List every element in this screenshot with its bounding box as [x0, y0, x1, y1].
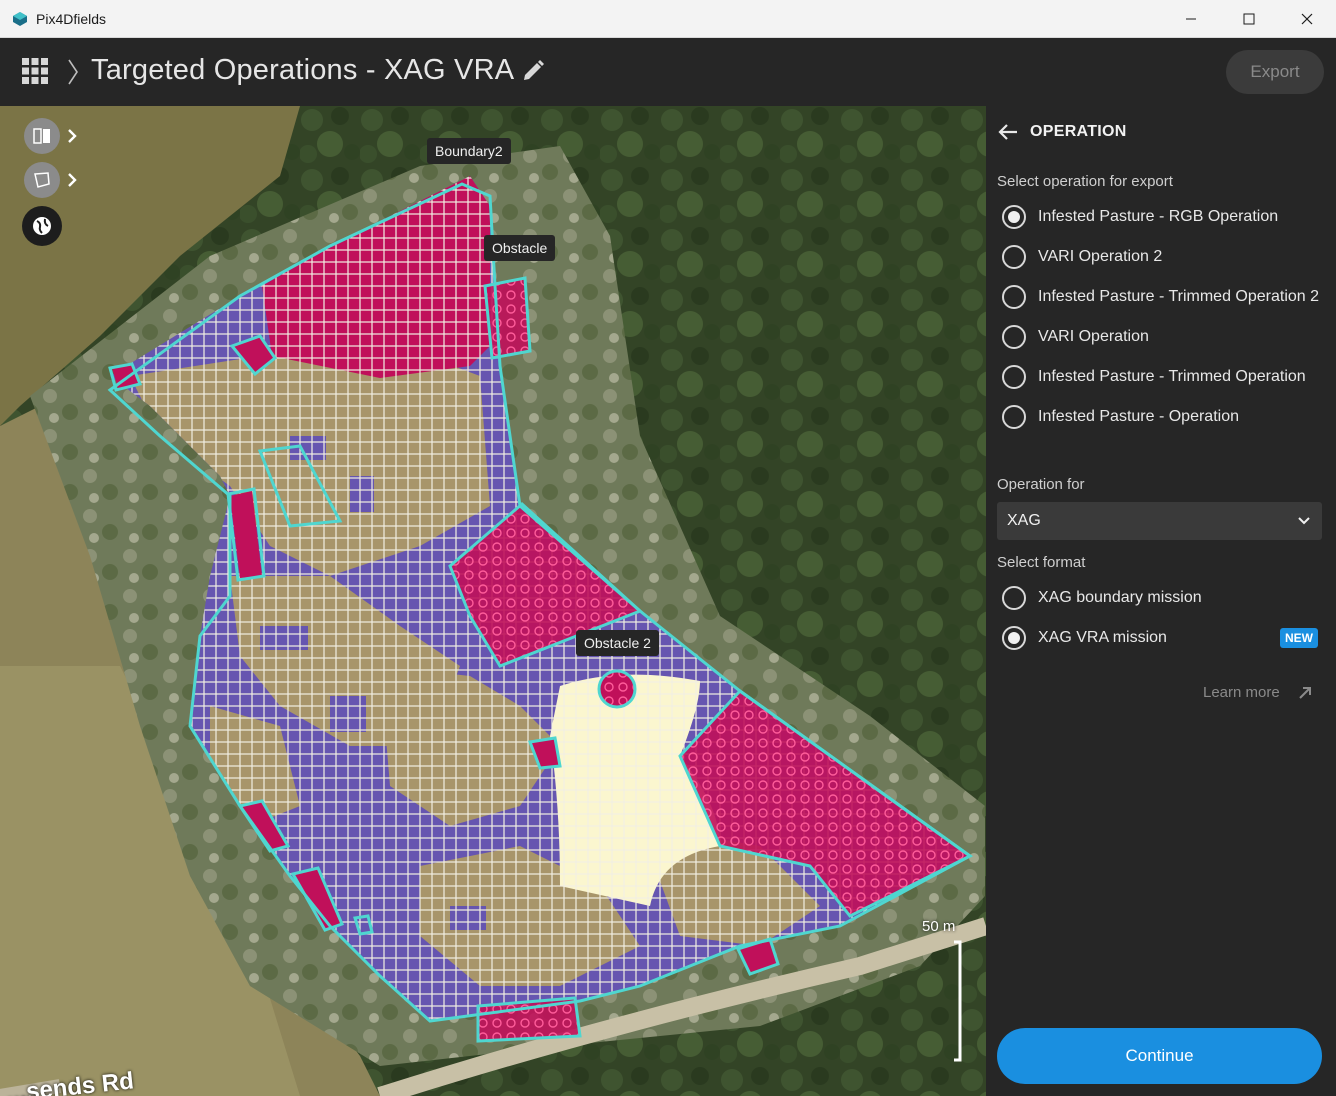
- operation-option-label: Infested Pasture - Trimmed Operation 2: [1038, 288, 1320, 305]
- select-format-label: Select format: [997, 554, 1086, 571]
- obstacle-2-label: Obstacle 2: [576, 630, 659, 656]
- window-controls: [1162, 0, 1336, 38]
- operation-option-label: VARI Operation 2: [1038, 248, 1163, 265]
- scale-bar: 50 m: [922, 918, 962, 1062]
- learn-more-label: Learn more: [1203, 684, 1280, 701]
- expand-arrow-icon[interactable]: [66, 172, 78, 188]
- minimize-button[interactable]: [1162, 0, 1220, 38]
- app-header: Targeted Operations - XAG VRA Export: [0, 38, 1336, 106]
- page-title: Targeted Operations - XAG VRA: [91, 54, 515, 86]
- operation-option-label: Infested Pasture - Trimmed Operation: [1038, 368, 1306, 385]
- apps-grid-icon[interactable]: [22, 58, 48, 84]
- radio-unselected[interactable]: [1002, 365, 1026, 389]
- operation-panel: OPERATION Select operation for export In…: [986, 106, 1336, 1096]
- radio-selected[interactable]: [1002, 626, 1026, 650]
- operation-for-value: XAG: [1007, 512, 1041, 529]
- minimize-icon: [1186, 18, 1196, 20]
- obstacle-label: Obstacle: [484, 235, 556, 261]
- expand-arrow-icon[interactable]: [66, 128, 78, 144]
- operation-for-select[interactable]: XAG: [997, 502, 1322, 540]
- radio-unselected[interactable]: [1002, 405, 1026, 429]
- operation-option-label: VARI Operation: [1038, 328, 1149, 345]
- radio-unselected[interactable]: [1002, 325, 1026, 349]
- radio-unselected[interactable]: [1002, 245, 1026, 269]
- format-option[interactable]: XAG VRA mission: [1002, 623, 1322, 653]
- learn-more-link[interactable]: Learn more: [1203, 684, 1312, 701]
- pix4dfields-logo-icon: [13, 11, 27, 26]
- panel-title: OPERATION: [1030, 123, 1127, 140]
- operation-option-label: Infested Pasture - RGB Operation: [1038, 208, 1279, 225]
- operation-for-label: Operation for: [997, 476, 1085, 493]
- scale-label: 50 m: [922, 918, 956, 935]
- new-badge: NEW: [1280, 628, 1318, 648]
- format-option[interactable]: XAG boundary mission: [1002, 583, 1322, 613]
- format-option-label: XAG VRA mission: [1038, 629, 1167, 646]
- select-operation-label: Select operation for export: [997, 173, 1173, 190]
- operation-option[interactable]: Infested Pasture - Operation: [1002, 402, 1322, 432]
- map-view[interactable]: Boundary2 Obstacle Obstacle 2 50 m ...se…: [0, 106, 986, 1096]
- operation-option[interactable]: Infested Pasture - Trimmed Operation 2: [1002, 282, 1322, 312]
- maximize-button[interactable]: [1220, 0, 1278, 38]
- radio-unselected[interactable]: [1002, 586, 1026, 610]
- export-button[interactable]: Export: [1226, 50, 1324, 94]
- polygon-draw-icon: [34, 172, 50, 188]
- panel-header: OPERATION: [996, 120, 1127, 144]
- edit-pencil-icon[interactable]: [520, 58, 546, 84]
- close-icon: [1301, 13, 1313, 25]
- format-option-label: XAG boundary mission: [1038, 589, 1202, 606]
- draw-tool-button[interactable]: [24, 162, 60, 198]
- breadcrumb-chevron-icon: [68, 59, 78, 85]
- operation-option[interactable]: VARI Operation 2: [1002, 242, 1322, 272]
- window-titlebar: Pix4Dfields: [0, 0, 1336, 38]
- radio-selected[interactable]: [1002, 205, 1026, 229]
- scale-ruler: [954, 940, 962, 1062]
- operation-option-label: Infested Pasture - Operation: [1038, 408, 1239, 425]
- back-arrow-icon[interactable]: [996, 120, 1020, 144]
- compare-view-button[interactable]: [24, 118, 60, 154]
- continue-button[interactable]: Continue: [997, 1028, 1322, 1084]
- boundary-label: Boundary2: [427, 138, 511, 164]
- operation-option[interactable]: VARI Operation: [1002, 322, 1322, 352]
- basemap-button[interactable]: [22, 206, 62, 246]
- compare-icon: [33, 128, 50, 144]
- close-button[interactable]: [1278, 0, 1336, 38]
- globe-icon: [33, 217, 51, 235]
- chevron-down-icon: [1298, 517, 1310, 525]
- maximize-icon: [1243, 13, 1255, 25]
- operation-option[interactable]: Infested Pasture - RGB Operation: [1002, 202, 1322, 232]
- external-link-icon: [1299, 686, 1311, 699]
- operation-option[interactable]: Infested Pasture - Trimmed Operation: [1002, 362, 1322, 392]
- app-title: Pix4Dfields: [36, 10, 107, 27]
- radio-unselected[interactable]: [1002, 285, 1026, 309]
